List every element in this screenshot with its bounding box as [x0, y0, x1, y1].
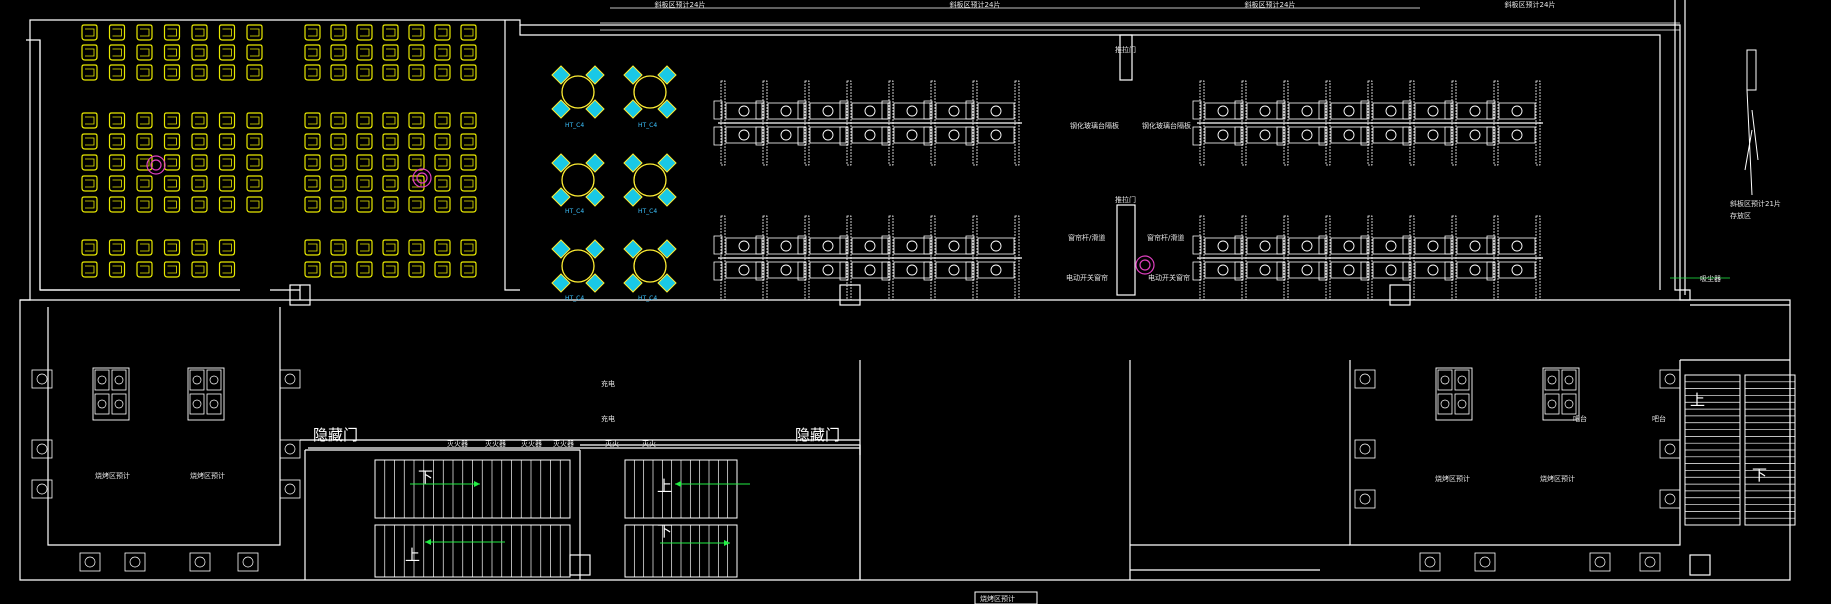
storage-board-label: 斜板区预计21片 — [1730, 199, 1781, 208]
table-tag-6: HT_C4 — [638, 295, 657, 302]
extinguisher-label-1: 灭火器 — [447, 440, 468, 448]
stair-label-up-1: 上 — [405, 546, 420, 564]
curtain-rail-label-2: 窗帘杆/滑道 — [1147, 233, 1184, 242]
stair-label-down-2: 下 — [657, 522, 672, 540]
stair-flight — [374, 459, 571, 519]
bottom-title-label: 烧烤区预计 — [980, 594, 1015, 603]
stove-label-4: 烧烤区预计 — [1540, 474, 1575, 483]
stair-label-down-1: 下 — [418, 468, 433, 486]
extinguisher-label-5: 灭火 — [605, 440, 619, 448]
bar-label-2: 吧台 — [1652, 414, 1666, 423]
top-label-1: 斜板区预计24片 — [655, 0, 706, 9]
curtain-rail-label-1: 窗帘杆/滑道 — [1068, 233, 1105, 242]
glass-partition-label-2: 钢化玻璃台隔板 — [1142, 121, 1191, 130]
sliding-door-label-2: 推拉门 — [1115, 195, 1136, 204]
extinguisher-label-2: 灭火器 — [485, 440, 506, 448]
sliding-door-label-1: 推拉门 — [1115, 45, 1136, 54]
table-tag-4: HT_C4 — [638, 208, 657, 215]
top-label-4: 斜板区预计24片 — [1505, 0, 1556, 9]
floor-plan-drawing: 斜板区预计24片 斜板区预计24片 斜板区预计24片 斜板区预计24片 钢化玻璃… — [0, 0, 1831, 604]
stove-label-1: 烧烤区预计 — [95, 471, 130, 480]
hidden-door-label-2: 隐藏门 — [795, 426, 840, 444]
stove-label-3: 烧烤区预计 — [1435, 474, 1470, 483]
table-tag-5: HT_C4 — [565, 295, 584, 302]
extinguisher-label-3: 灭火器 — [521, 440, 542, 448]
electric-curtain-label-1: 电动开关窗帘 — [1066, 273, 1108, 282]
glass-partition-label-1: 钢化玻璃台隔板 — [1070, 121, 1119, 130]
top-label-3: 斜板区预计24片 — [1245, 0, 1296, 9]
stair-label-up-3: 上 — [1690, 391, 1705, 409]
extinguisher-label-6: 灭火 — [642, 440, 656, 448]
stair-label-up-2: 上 — [657, 477, 672, 495]
hidden-door-label-1: 隐藏门 — [313, 426, 358, 444]
charging-label-2: 充电 — [601, 414, 615, 423]
stove-label-2: 烧烤区预计 — [190, 471, 225, 480]
table-tag-2: HT_C4 — [638, 122, 657, 129]
charging-label-1: 充电 — [601, 379, 615, 388]
storage-area-label: 存放区 — [1730, 211, 1751, 220]
extinguisher-label-4: 灭火器 — [553, 440, 574, 448]
table-tag-1: HT_C4 — [565, 122, 584, 129]
vacuum-label: 吸尘器 — [1700, 274, 1721, 283]
bar-label-1: 吧台 — [1573, 414, 1587, 423]
electric-curtain-label-2: 电动开关窗帘 — [1148, 273, 1190, 282]
stair-label-down-3: 下 — [1752, 466, 1767, 484]
top-label-2: 斜板区预计24片 — [950, 0, 1001, 9]
table-tag-3: HT_C4 — [565, 208, 584, 215]
